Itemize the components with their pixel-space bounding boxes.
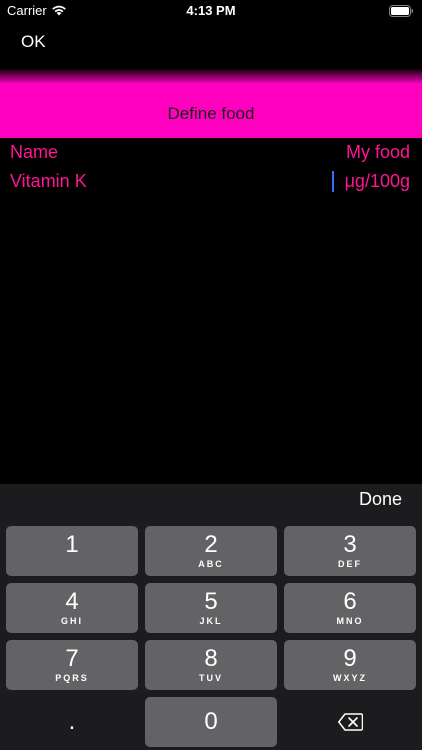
key-8[interactable]: 8 TUV [145, 640, 277, 690]
key-3-letters: DEF [338, 559, 362, 569]
key-0-digit: 0 [204, 708, 218, 735]
key-3-digit: 3 [343, 531, 357, 558]
key-9-digit: 9 [343, 645, 357, 672]
key-decimal[interactable]: . [6, 697, 138, 747]
key-5-letters: JKL [199, 616, 223, 626]
text-cursor [332, 171, 334, 192]
vitamin-k-row[interactable]: Vitamin K μg/100g [10, 171, 410, 197]
key-1[interactable]: 1 [6, 526, 138, 576]
status-bar: Carrier 4:13 PM [0, 0, 422, 22]
key-6-digit: 6 [343, 588, 357, 615]
key-9-letters: WXYZ [333, 673, 367, 683]
key-2-digit: 2 [204, 531, 218, 558]
vitamin-k-label: Vitamin K [10, 171, 87, 191]
key-0[interactable]: 0 [145, 697, 277, 747]
key-7[interactable]: 7 PQRS [6, 640, 138, 690]
header-bar: Define food [0, 68, 422, 138]
key-6-letters: MNO [336, 616, 364, 626]
ok-button[interactable]: OK [21, 32, 46, 52]
key-2-letters: ABC [198, 559, 224, 569]
key-7-letters: PQRS [55, 673, 89, 683]
key-5[interactable]: 5 JKL [145, 583, 277, 633]
key-9[interactable]: 9 WXYZ [284, 640, 416, 690]
key-1-digit: 1 [65, 531, 79, 558]
name-label: Name [10, 142, 59, 162]
key-4-digit: 4 [65, 588, 79, 615]
key-4[interactable]: 4 GHI [6, 583, 138, 633]
page-title: Define food [167, 104, 255, 123]
name-value[interactable]: My food [346, 142, 410, 163]
key-8-letters: TUV [199, 673, 223, 683]
vitamin-k-unit[interactable]: μg/100g [345, 171, 410, 192]
key-decimal-symbol: . [68, 708, 76, 735]
numeric-keyboard: Done 1 2 ABC 3 DEF 4 GHI 5 JKL 6 MNO 7 P… [0, 484, 422, 750]
backspace-key[interactable] [284, 697, 416, 747]
done-button[interactable]: Done [359, 489, 402, 510]
key-8-digit: 8 [204, 645, 218, 672]
key-2[interactable]: 2 ABC [145, 526, 277, 576]
key-7-digit: 7 [65, 645, 79, 672]
status-time: 4:13 PM [186, 3, 236, 18]
key-5-digit: 5 [204, 588, 218, 615]
key-4-letters: GHI [60, 616, 83, 626]
backspace-icon [338, 713, 363, 731]
name-row[interactable]: Name My food [10, 142, 410, 168]
key-3[interactable]: 3 DEF [284, 526, 416, 576]
key-6[interactable]: 6 MNO [284, 583, 416, 633]
battery-icon [389, 5, 413, 17]
